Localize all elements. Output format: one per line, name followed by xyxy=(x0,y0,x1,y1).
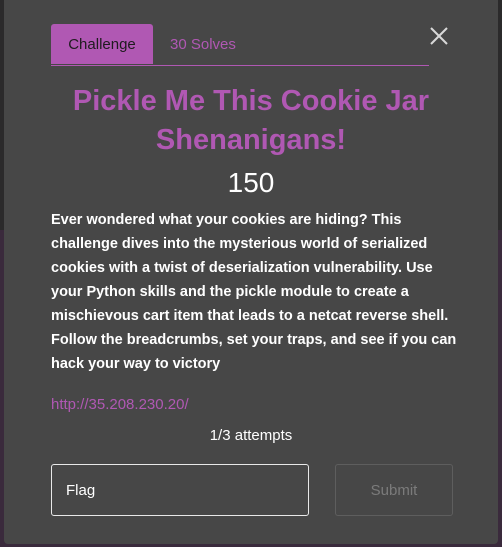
challenge-description: Ever wondered what your cookies are hidi… xyxy=(51,212,457,372)
challenge-tabs: Challenge 30 Solves xyxy=(51,24,429,66)
challenge-title: Pickle Me This Cookie Jar Shenanigans! xyxy=(72,85,430,156)
tab-challenge[interactable]: Challenge xyxy=(51,24,153,64)
submit-button[interactable]: Submit xyxy=(335,464,453,516)
challenge-modal: Challenge 30 Solves Pickle Me This Cooki… xyxy=(4,0,498,544)
attempts-counter: 1/3 attempts xyxy=(209,427,293,444)
close-icon[interactable] xyxy=(428,25,450,47)
flag-input[interactable] xyxy=(51,464,309,516)
challenge-points: 150 xyxy=(227,167,275,198)
challenge-link[interactable]: http://35.208.230.20/ xyxy=(51,393,189,417)
tab-solves[interactable]: 30 Solves xyxy=(170,24,236,64)
